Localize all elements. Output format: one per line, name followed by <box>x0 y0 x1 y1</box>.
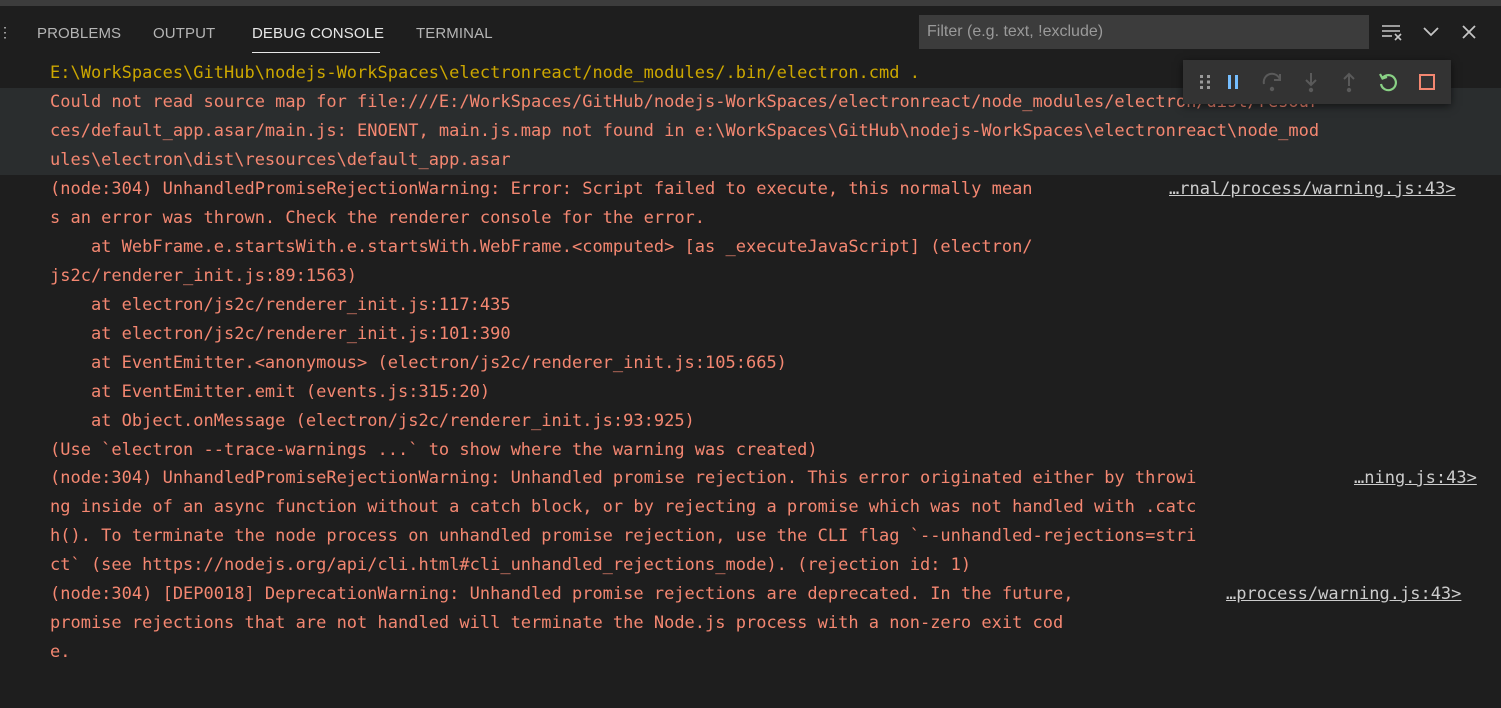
tab-debug-console[interactable]: DEBUG CONSOLE <box>252 25 384 42</box>
close-icon[interactable] <box>1457 20 1481 44</box>
console-line: ng inside of an async function without a… <box>50 497 1197 517</box>
step-out-icon[interactable] <box>1337 70 1361 94</box>
console-line: at WebFrame.e.startsWith.e.startsWith.We… <box>50 237 1033 257</box>
console-line: s an error was thrown. Check the rendere… <box>50 208 706 228</box>
source-link[interactable]: …ning.js:43> <box>1348 464 1477 493</box>
console-line-command: E:\WorkSpaces\GitHub\nodejs-WorkSpaces\e… <box>50 63 920 83</box>
stop-icon[interactable] <box>1415 70 1439 94</box>
console-line: ct` (see https://nodejs.org/api/cli.html… <box>50 555 972 575</box>
step-over-icon[interactable] <box>1260 70 1284 94</box>
console-line: at electron/js2c/renderer_init.js:117:43… <box>50 295 511 315</box>
console-line: at electron/js2c/renderer_init.js:101:39… <box>50 324 511 344</box>
clear-console-icon[interactable] <box>1380 20 1404 44</box>
tab-problems[interactable]: PROBLEMS <box>37 25 121 42</box>
console-line: js2c/renderer_init.js:89:1563) <box>50 266 358 286</box>
console-line: h(). To terminate the node process on un… <box>50 526 1197 546</box>
console-line: Could not read source map for file:///E:… <box>50 92 1320 112</box>
console-line: e. <box>50 642 71 662</box>
restart-icon[interactable] <box>1376 70 1400 94</box>
console-line: at EventEmitter.<anonymous> (electron/js… <box>50 353 787 373</box>
chevron-down-icon[interactable] <box>1419 20 1443 44</box>
console-line: (node:304) UnhandledPromiseRejectionWarn… <box>50 468 1197 488</box>
tab-output[interactable]: OUTPUT <box>153 25 215 42</box>
panel-tab-bar: ⋮ PROBLEMS OUTPUT DEBUG CONSOLE TERMINAL <box>0 6 1501 58</box>
source-link[interactable]: …process/warning.js:43> <box>1220 580 1462 609</box>
active-tab-indicator <box>252 52 380 53</box>
debug-toolbar <box>1183 60 1451 104</box>
console-line: at Object.onMessage (electron/js2c/rende… <box>50 411 695 431</box>
tab-terminal[interactable]: TERMINAL <box>416 25 493 42</box>
panel-edge-icon: ⋮ <box>0 24 12 40</box>
console-line: (node:304) [DEP0018] DeprecationWarning:… <box>50 584 1074 604</box>
filter-input[interactable] <box>919 15 1369 49</box>
debug-console-output[interactable]: E:\WorkSpaces\GitHub\nodejs-WorkSpaces\e… <box>0 58 1501 708</box>
console-line: ules\electron\dist\resources\default_app… <box>50 150 511 170</box>
step-into-icon[interactable] <box>1299 70 1323 94</box>
source-link[interactable]: …rnal/process/warning.js:43> <box>1163 175 1456 204</box>
console-line: ces/default_app.asar/main.js: ENOENT, ma… <box>50 121 1320 141</box>
console-line: at EventEmitter.emit (events.js:315:20) <box>50 382 491 402</box>
console-line: (Use `electron --trace-warnings ...` to … <box>50 440 818 460</box>
console-line: promise rejections that are not handled … <box>50 613 1064 633</box>
drag-handle-icon[interactable] <box>1193 70 1217 94</box>
pause-icon[interactable] <box>1221 70 1245 94</box>
console-line: (node:304) UnhandledPromiseRejectionWarn… <box>50 179 1033 199</box>
